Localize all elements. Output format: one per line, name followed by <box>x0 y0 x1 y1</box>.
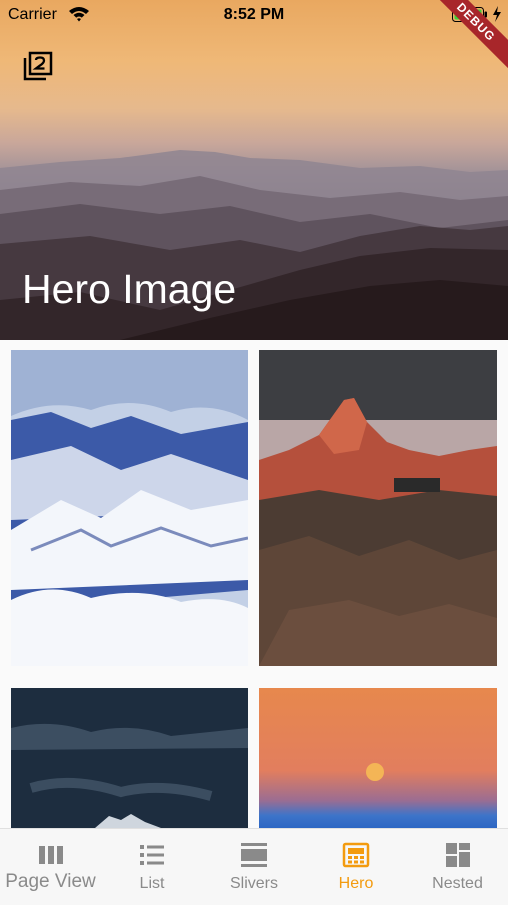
status-time: 8:52 PM <box>223 6 285 23</box>
nav-label-list: List <box>139 875 165 892</box>
nav-label-page-view: Page View <box>5 871 96 892</box>
dashboard-icon <box>445 843 470 867</box>
nav-label-hero: Hero <box>338 875 374 892</box>
nav-label-slivers: Slivers <box>229 875 278 892</box>
nav-item-nested[interactable]: Nested <box>407 829 508 905</box>
list-icon <box>140 845 164 865</box>
rows-icon <box>241 843 267 867</box>
image-grid <box>0 340 508 828</box>
columns-icon <box>38 846 63 864</box>
hero-icon <box>342 842 370 868</box>
nav-item-slivers[interactable]: Slivers <box>203 829 305 905</box>
grid-image-red-peak-rocky[interactable] <box>259 350 497 666</box>
hero-title: Hero Image <box>22 266 237 312</box>
nav-item-hero[interactable]: Hero <box>305 829 407 905</box>
bottom-navigation: Page View List Slivers Hero Nested <box>0 828 508 905</box>
grid-image-snowy-mountains[interactable] <box>11 350 248 666</box>
filter-2-icon[interactable] <box>22 50 54 82</box>
nav-item-page-view[interactable]: Page View <box>0 829 101 905</box>
status-bar: Carrier 8:52 PM <box>0 0 508 30</box>
charging-icon <box>493 6 501 22</box>
nav-item-list[interactable]: List <box>101 829 203 905</box>
grid-image-orange-sky-moon[interactable] <box>259 688 497 828</box>
nav-label-nested: Nested <box>432 875 483 892</box>
grid-image-dark-sky-mountain[interactable] <box>11 688 248 828</box>
hero-header: Carrier 8:52 PM DEBUG Hero Image <box>0 0 508 340</box>
